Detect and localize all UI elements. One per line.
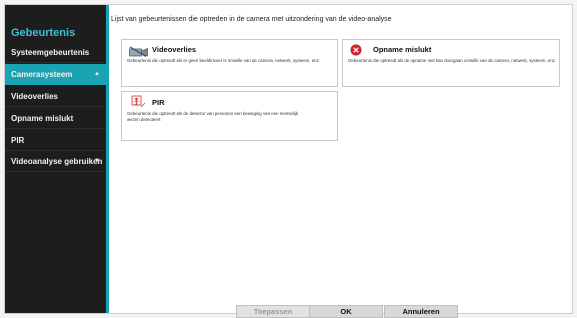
sidebar-item-label: Systeemgebeurtenis <box>11 48 90 57</box>
apply-button[interactable]: Toepassen <box>236 305 310 318</box>
event-card-opname-mislukt[interactable]: Opname mislukt Gebeurtenis die optreedt … <box>342 39 560 87</box>
sidebar-item-pir[interactable]: PIR <box>5 130 106 151</box>
ok-button[interactable]: OK <box>309 305 383 318</box>
sidebar-item-videoverlies[interactable]: Videoverlies <box>5 86 106 107</box>
sidebar-item-label: Videoverlies <box>11 92 58 101</box>
card-title: Opname mislukt <box>373 45 432 54</box>
sidebar-item-systeemgebeurtenis[interactable]: Systeemgebeurtenis <box>5 42 106 63</box>
sidebar-title: Gebeurtenis <box>11 27 76 39</box>
sidebar-item-camerasysteem[interactable]: Camerasysteem ▲ <box>5 64 106 85</box>
sidebar-item-opname-mislukt[interactable]: Opname mislukt <box>5 108 106 129</box>
chevron-down-icon: ▼ <box>94 158 100 164</box>
chevron-up-icon: ▲ <box>94 71 100 77</box>
sidebar-item-label: Opname mislukt <box>11 114 74 123</box>
sidebar-item-label: Videoanalyse gebruiken <box>11 157 103 166</box>
sidebar-item-label: Camerasysteem <box>11 70 73 79</box>
card-title: PIR <box>152 98 165 107</box>
page-title: Lijst van gebeurtenissen die optreden in… <box>111 16 392 23</box>
card-description: Gebeurtenis die optreedt als de opname n… <box>348 58 557 63</box>
event-card-pir[interactable]: PIR Gebeurtenis die optreedt als de dete… <box>121 91 338 141</box>
sidebar-item-label: PIR <box>11 136 25 145</box>
sidebar-item-videoanalyse[interactable]: Videoanalyse gebruiken ▼ <box>5 151 106 172</box>
card-description: Gebeurtenis die optreedt als de detector… <box>127 111 299 122</box>
sidebar: Gebeurtenis Systeemgebeurtenis Camerasys… <box>5 5 109 313</box>
event-card-videoverlies[interactable]: Videoverlies Gebeurtenis die optreedt al… <box>121 39 338 87</box>
cancel-button[interactable]: Annuleren <box>384 305 458 318</box>
card-description: Gebeurtenis die optreedt als er geen bee… <box>127 58 321 63</box>
card-title: Videoverlies <box>152 45 197 54</box>
